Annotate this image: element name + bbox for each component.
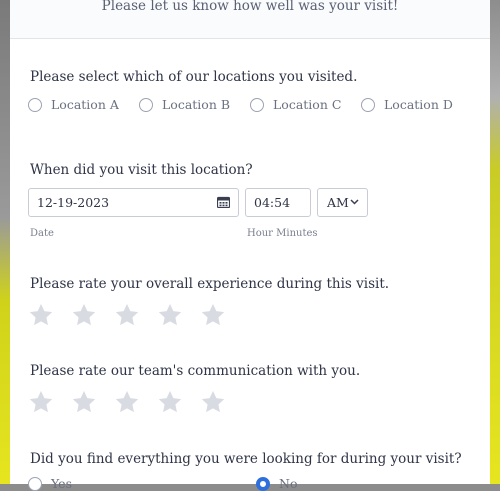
date-sublabel: Date: [30, 228, 54, 239]
time-field[interactable]: [245, 188, 311, 217]
communication-rating-question: Please rate our team's communication wit…: [30, 363, 361, 379]
location-option-b[interactable]: Location B: [139, 97, 250, 112]
communication-star-3-icon[interactable]: [114, 389, 140, 415]
overall-star-5-icon[interactable]: [200, 302, 226, 328]
date-input[interactable]: [29, 195, 177, 210]
time-sublabel: Hour Minutes: [247, 228, 318, 239]
overall-star-1-icon[interactable]: [28, 302, 54, 328]
communication-rating-stars: [28, 389, 243, 415]
location-a-radio[interactable]: [28, 97, 42, 112]
communication-star-4-icon[interactable]: [157, 389, 183, 415]
chevron-down-icon: [350, 199, 359, 205]
locations-question: Please select which of our locations you…: [30, 69, 358, 85]
overall-star-2-icon[interactable]: [71, 302, 97, 328]
overall-star-4-icon[interactable]: [157, 302, 183, 328]
form-header-title: Please let us know how well was your vis…: [101, 0, 399, 14]
location-option-a[interactable]: Location A: [28, 97, 139, 112]
communication-star-5-icon[interactable]: [200, 389, 226, 415]
overall-rating-question: Please rate your overall experience duri…: [30, 276, 390, 292]
location-option-d[interactable]: Location D: [361, 97, 472, 112]
ampm-select[interactable]: AM: [317, 188, 368, 217]
location-d-label: Location D: [384, 97, 453, 112]
location-a-label: Location A: [51, 97, 119, 112]
form-header: Please let us know how well was your vis…: [10, 0, 490, 39]
survey-form-card: Please let us know how well was your vis…: [10, 0, 490, 491]
visit-time-question: When did you visit this location?: [30, 162, 253, 178]
location-b-radio[interactable]: [139, 97, 153, 112]
calendar-icon[interactable]: [217, 196, 230, 208]
location-option-c[interactable]: Location C: [250, 97, 361, 112]
time-input[interactable]: [246, 195, 304, 210]
location-b-label: Location B: [162, 97, 231, 112]
background-left: [0, 0, 10, 484]
overall-star-3-icon[interactable]: [114, 302, 140, 328]
location-c-radio[interactable]: [250, 97, 264, 112]
location-d-radio[interactable]: [361, 97, 375, 112]
locations-radio-group: Location A Location B Location C Locatio…: [28, 97, 472, 112]
overall-rating-stars: [28, 302, 243, 328]
found-everything-question: Did you find everything you were looking…: [30, 451, 462, 467]
communication-star-2-icon[interactable]: [71, 389, 97, 415]
background-right: [490, 0, 500, 484]
ampm-value: AM: [327, 195, 349, 210]
communication-star-1-icon[interactable]: [28, 389, 54, 415]
location-c-label: Location C: [273, 97, 342, 112]
date-field[interactable]: [28, 188, 239, 217]
